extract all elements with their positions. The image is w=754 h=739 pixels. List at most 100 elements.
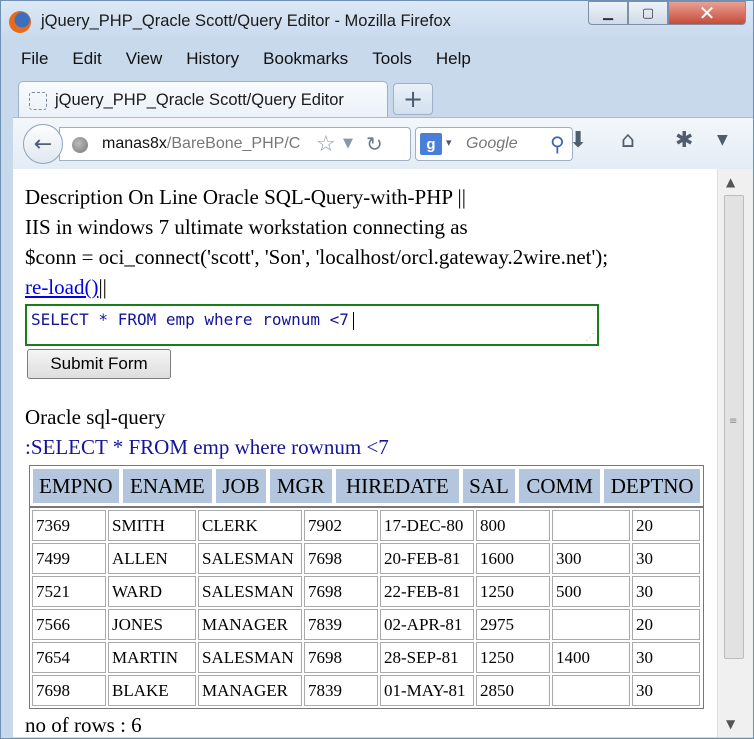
table-cell-ename: MARTIN <box>108 642 196 673</box>
section-label: Oracle sql-query <box>25 405 166 429</box>
description-line-1: Description On Line Oracle SQL-Query-wit… <box>25 185 466 209</box>
google-icon[interactable]: g <box>420 133 442 155</box>
table-cell-ename: ALLEN <box>108 543 196 574</box>
page-icon <box>29 92 47 110</box>
overflow-menu-icon[interactable]: ▼ <box>717 132 728 148</box>
url-text: manas8x/BareBone_PHP/C <box>102 135 312 153</box>
table-cell-mgr: 7839 <box>304 609 378 640</box>
row-count: no of rows : 6 <box>25 713 142 737</box>
menu-edit[interactable]: Edit <box>60 47 113 75</box>
history-dropdown-icon[interactable]: ▼ <box>343 136 353 151</box>
table-cell-hiredate: 17-DEC-80 <box>380 510 474 541</box>
table-cell-comm <box>552 609 630 640</box>
browser-window: jQuery_PHP_Qracle Scott/Query Editor - M… <box>0 0 754 739</box>
resize-grip-icon[interactable]: ⋰ <box>585 332 595 343</box>
table-row: 7369 SMITH CLERK 7902 17-DEC-80 800 20 <box>32 510 701 541</box>
window-title: jQuery_PHP_Qracle Scott/Query Editor - M… <box>41 12 451 30</box>
column-header-deptno: DEPTNO <box>603 468 701 504</box>
table-cell-comm: 300 <box>552 543 630 574</box>
maximize-button[interactable]: ▢ <box>628 1 668 25</box>
table-cell-hiredate: 01-MAY-81 <box>380 675 474 706</box>
table-cell-comm <box>552 675 630 706</box>
menu-help[interactable]: Help <box>424 47 483 75</box>
column-header-ename: ENAME <box>121 468 214 504</box>
table-cell-hiredate: 20-FEB-81 <box>380 543 474 574</box>
column-header-sal: SAL <box>462 468 516 504</box>
reload-suffix: || <box>98 275 107 299</box>
menu-tools[interactable]: Tools <box>360 47 424 75</box>
table-row: 7566 JONES MANAGER 7839 02-APR-81 2975 20 <box>32 609 701 640</box>
table-cell-mgr: 7698 <box>304 576 378 607</box>
table-cell-comm: 1400 <box>552 642 630 673</box>
table-cell-comm: 500 <box>552 576 630 607</box>
back-button[interactable]: ← <box>23 124 63 164</box>
bookmark-star-icon[interactable]: ☆ <box>316 132 336 157</box>
table-cell-deptno: 30 <box>632 675 700 706</box>
table-cell-empno: 7698 <box>32 675 106 706</box>
column-header-comm: COMM <box>517 468 602 504</box>
column-header-mgr: MGR <box>268 468 333 504</box>
tab-query-editor[interactable]: jQuery_PHP_Qracle Scott/Query Editor <box>18 81 388 119</box>
reload-icon[interactable]: ↻ <box>366 132 383 156</box>
menu-file[interactable]: File <box>9 47 60 75</box>
table-cell-job: MANAGER <box>198 675 302 706</box>
table-row: 7654 MARTIN SALESMAN 7698 28-SEP-81 1250 1400 3… <box>32 642 701 673</box>
tab-label: jQuery_PHP_Qracle Scott/Query Editor <box>55 91 344 109</box>
description-line-2: IIS in windows 7 ultimate workstation co… <box>25 215 468 239</box>
scroll-down-icon[interactable]: ▼ <box>726 717 735 731</box>
table-cell-empno: 7521 <box>32 576 106 607</box>
table-cell-mgr: 7902 <box>304 510 378 541</box>
table-cell-mgr: 7698 <box>304 642 378 673</box>
sql-query-value: SELECT * FROM emp where rownum <7 <box>31 310 349 329</box>
scroll-thumb[interactable]: ≡ <box>724 195 744 659</box>
column-header-job: JOB <box>215 468 267 504</box>
table-row: 7698 BLAKE MANAGER 7839 01-MAY-81 2850 30 <box>32 675 701 706</box>
search-icon[interactable]: ⚲ <box>550 132 565 156</box>
table-cell-sal: 1250 <box>476 642 550 673</box>
table-cell-empno: 7369 <box>32 510 106 541</box>
addon-icon[interactable]: ✱ <box>675 128 693 153</box>
grip-icon: ≡ <box>729 416 738 427</box>
url-bar[interactable]: manas8x/BareBone_PHP/C ☆ ▼ ↻ <box>59 127 411 161</box>
table-row: 7521 WARD SALESMAN 7698 22-FEB-81 1250 500 30 <box>32 576 701 607</box>
vertical-scrollbar[interactable]: ▲ ≡ ▼ <box>717 169 753 737</box>
table-cell-sal: 1250 <box>476 576 550 607</box>
table-cell-deptno: 30 <box>632 642 700 673</box>
search-engine-dropdown-icon[interactable]: ▾ <box>446 136 452 149</box>
table-cell-mgr: 7698 <box>304 543 378 574</box>
results-data-table: 7369 SMITH CLERK 7902 17-DEC-80 800 20 7499 ALLE… <box>29 507 704 709</box>
tab-strip: jQuery_PHP_Qracle Scott/Query Editor + <box>1 79 753 119</box>
search-bar[interactable]: g ▾ Google ⚲ <box>415 127 573 161</box>
close-button[interactable]: ✕ <box>668 1 746 25</box>
table-cell-ename: SMITH <box>108 510 196 541</box>
table-cell-deptno: 30 <box>632 543 700 574</box>
table-cell-job: MANAGER <box>198 609 302 640</box>
sql-query-textarea[interactable]: SELECT * FROM emp where rownum <7 ⋰ <box>25 304 599 346</box>
menu-bookmarks[interactable]: Bookmarks <box>251 47 360 75</box>
text-caret <box>352 311 354 330</box>
scroll-up-icon[interactable]: ▲ <box>726 175 735 189</box>
menu-view[interactable]: View <box>114 47 175 75</box>
menu-history[interactable]: History <box>174 47 251 75</box>
title-bar: jQuery_PHP_Qracle Scott/Query Editor - M… <box>1 1 753 43</box>
table-cell-job: SALESMAN <box>198 543 302 574</box>
navigation-toolbar: manas8x/BareBone_PHP/C ☆ ▼ ↻ ← g ▾ Googl… <box>13 117 753 169</box>
download-icon[interactable]: ⬇ <box>569 128 587 153</box>
menu-bar: File Edit View History Bookmarks Tools H… <box>9 47 483 75</box>
page-content: Description On Line Oracle SQL-Query-wit… <box>13 169 717 737</box>
executed-query: :SELECT * FROM emp where rownum <7 <box>25 435 389 459</box>
search-input[interactable]: Google <box>466 135 546 153</box>
url-path: /BareBone_PHP/C <box>166 135 301 152</box>
url-host: manas8x <box>102 135 167 152</box>
table-cell-deptno: 30 <box>632 576 700 607</box>
submit-form-button[interactable]: Submit Form <box>27 349 171 379</box>
table-cell-ename: JONES <box>108 609 196 640</box>
reload-link[interactable]: re-load() <box>25 275 98 299</box>
table-cell-hiredate: 28-SEP-81 <box>380 642 474 673</box>
results-header-table: EMPNO ENAME JOB MGR HIREDATE SAL COMM DEPTNO <box>29 465 704 507</box>
table-cell-ename: WARD <box>108 576 196 607</box>
new-tab-button[interactable]: + <box>393 83 433 115</box>
home-icon[interactable]: ⌂ <box>621 128 635 153</box>
minimize-button[interactable]: ▁ <box>588 1 628 25</box>
table-cell-hiredate: 02-APR-81 <box>380 609 474 640</box>
